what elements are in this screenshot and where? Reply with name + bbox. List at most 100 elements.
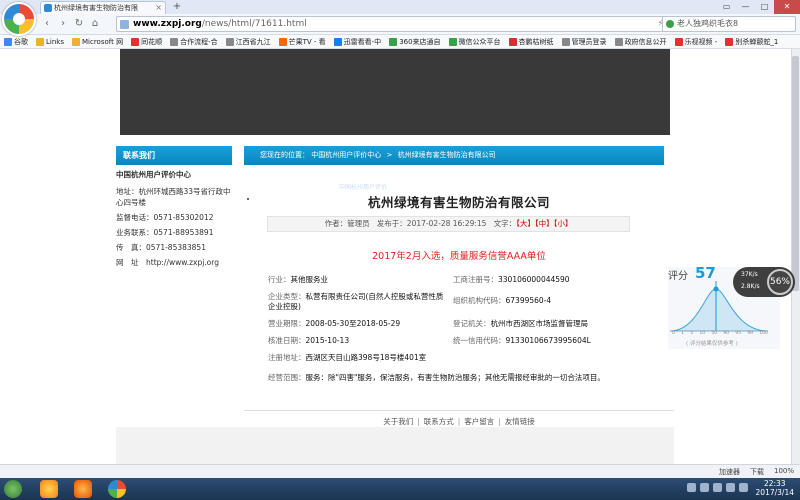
orgcode-value: 67399560-4	[505, 296, 552, 305]
bookmark-item[interactable]: 乐视视频 -	[674, 37, 717, 47]
author-label: 作者：	[324, 219, 348, 228]
bookmark-icon	[36, 37, 44, 46]
field-authority: 登记机关：杭州市西湖区市场监督管理局	[453, 319, 588, 328]
tab-title: 杭州绿境有害生物防治有限	[54, 4, 138, 12]
tick-label: 50	[711, 331, 718, 336]
page-footer	[116, 427, 674, 464]
taskbar-browser-icon[interactable]	[108, 480, 126, 498]
footer-link-about[interactable]: 关于我们	[383, 417, 413, 426]
taskbar-app-icon[interactable]	[74, 480, 92, 498]
bookmark-icon	[389, 37, 398, 46]
back-icon[interactable]: ‹	[40, 17, 54, 31]
start-button-icon[interactable]	[4, 480, 22, 498]
bookmark-item[interactable]: 微信公众平台	[448, 37, 501, 47]
font-medium-link[interactable]: 【中】	[535, 219, 554, 228]
contact-website: 网 址 http://www.zxpj.org	[116, 258, 219, 267]
tick-label: 0	[672, 331, 675, 336]
tick-label: 99	[747, 331, 754, 336]
bookmark-label: 微信公众平台	[458, 37, 501, 46]
footer-link-contact[interactable]: 联系方式	[424, 417, 454, 426]
bookmark-item[interactable]: 芒果TV - 看	[278, 37, 326, 47]
bookmark-item[interactable]: 谷歌	[4, 37, 28, 47]
download-button[interactable]: 下载	[750, 467, 764, 477]
page-icon	[120, 20, 129, 29]
bookmark-label: 芒果TV - 看	[288, 37, 326, 46]
breadcrumb-separator: >	[386, 151, 393, 159]
bookmark-icon	[674, 37, 683, 46]
system-clock[interactable]: 22:33 2017/3/14	[756, 479, 794, 497]
network-speed-widget[interactable]: 37K/s 2.8K/s 56%	[733, 267, 795, 297]
honor-notice: 2017年2月入选，质量服务信誉AAA单位	[372, 251, 546, 262]
approved-value: 2015-10-13	[305, 336, 350, 345]
rating-ticks: 0 1 5 10 50 90 95 99 100	[672, 331, 768, 336]
field-credit: 统一信用代码：91330106673995604L	[453, 336, 591, 345]
bookmark-item[interactable]: Links	[36, 37, 64, 46]
browser-logo-icon[interactable]	[2, 2, 36, 36]
home-icon[interactable]: ⌂	[88, 17, 102, 31]
bookmark-icon	[170, 37, 179, 46]
tick-label: 95	[735, 331, 742, 336]
bookmark-item[interactable]: 江西省九江	[225, 37, 271, 47]
taskbar-app-icon[interactable]	[40, 480, 58, 498]
term-value: 2008-05-30至2018-05-29	[305, 319, 401, 328]
bookmark-item[interactable]: 管理员登录	[561, 37, 607, 47]
bookmark-item[interactable]: 360来店通自	[389, 37, 441, 47]
footer-links: 关于我们 | 联系方式 | 客户留言 | 友情链接	[383, 417, 535, 426]
accelerator-button[interactable]: 加速器	[719, 467, 740, 477]
tab-close-icon[interactable]: ×	[155, 2, 162, 14]
bookmarks-bar: 谷歌 Links Microsoft 网 同花顺 合作流程-合 江西省九江 芒果TV - 看…	[0, 35, 800, 49]
minimize-icon[interactable]: —	[736, 0, 755, 14]
bookmark-label: 合作流程-合	[180, 37, 218, 46]
memory-percent: 56%	[767, 269, 793, 295]
rating-marker-icon	[713, 286, 719, 292]
footer-link-friends[interactable]: 友情链接	[505, 417, 535, 426]
bookmark-label: 别杀蝉颤蛇_1	[735, 37, 779, 46]
tray-icon[interactable]	[713, 483, 722, 492]
scrollbar-thumb[interactable]	[792, 56, 799, 291]
tray-icon[interactable]	[687, 483, 696, 492]
new-tab-button[interactable]: +	[170, 2, 184, 13]
browser-tab[interactable]: 杭州绿境有害生物防治有限 ×	[40, 1, 166, 14]
breadcrumb-link-home[interactable]: 中国杭州用户评价中心	[311, 151, 381, 159]
bookmark-item[interactable]: 合作流程-合	[170, 37, 218, 47]
restore-window-icon[interactable]: ▭	[717, 0, 736, 14]
bookmark-icon	[561, 37, 570, 46]
author: 管理员	[347, 219, 370, 228]
tick-label: 5	[690, 331, 694, 336]
bookmark-item[interactable]: 别杀蝉颤蛇_1	[725, 37, 778, 47]
scope-value: 服务：除"四害"服务，保洁服务，有害生物防治服务；其他无需报经审批的一切合法项目…	[305, 373, 605, 382]
bookmark-item[interactable]: 杏鹏枯树纸	[508, 37, 554, 47]
bookmark-icon	[4, 37, 12, 46]
bookmark-item[interactable]: 迅雷看看-中	[333, 37, 381, 47]
tick-label: 1	[681, 331, 684, 336]
navigation-bar: ‹ › ↻ ⌂ www.zxpj.org/news/html/71611.htm…	[0, 14, 800, 35]
tray-icon[interactable]	[726, 483, 735, 492]
content-divider	[244, 410, 674, 411]
published-label: 发布于：	[376, 219, 407, 228]
zoom-level[interactable]: 100%	[774, 467, 794, 477]
watermark-text: 中国杭州用户评价	[339, 184, 388, 191]
footer-link-message[interactable]: 客户留言	[464, 417, 494, 426]
font-large-link[interactable]: 【大】	[516, 219, 535, 228]
refresh-icon[interactable]: ↻	[72, 17, 86, 31]
maximize-icon[interactable]: □	[755, 0, 774, 14]
font-small-link[interactable]: 【小】	[554, 219, 573, 228]
contact-org: 中国杭州用户评价中心	[116, 170, 191, 179]
search-box[interactable]: 老人独鸡织毛衣8	[662, 16, 796, 32]
bookmark-icon	[725, 37, 734, 46]
bookmark-item[interactable]: 同花顺	[131, 37, 162, 47]
field-regno: 工商注册号：330106000044590	[453, 275, 570, 284]
bookmark-item[interactable]: Microsoft 网	[71, 37, 123, 47]
tray-icon[interactable]	[700, 483, 709, 492]
bookmark-icon	[614, 37, 623, 46]
breadcrumb-current[interactable]: 杭州绿境有害生物防治有限公司	[398, 151, 496, 159]
contact-us-heading: 联系我们	[116, 146, 232, 165]
address-bar[interactable]: www.zxpj.org/news/html/71611.html ⚡ ◂	[116, 16, 676, 32]
bookmark-label: 杏鹏枯树纸	[518, 37, 554, 46]
tray-icon[interactable]	[739, 483, 748, 492]
bookmark-label: Links	[46, 37, 64, 46]
rating-caption: ( 评分结果仅供参考 )	[686, 341, 738, 347]
forward-icon[interactable]: ›	[56, 17, 70, 31]
bookmark-item[interactable]: 政府信息公开	[614, 37, 667, 47]
close-window-icon[interactable]: ✕	[774, 0, 800, 14]
